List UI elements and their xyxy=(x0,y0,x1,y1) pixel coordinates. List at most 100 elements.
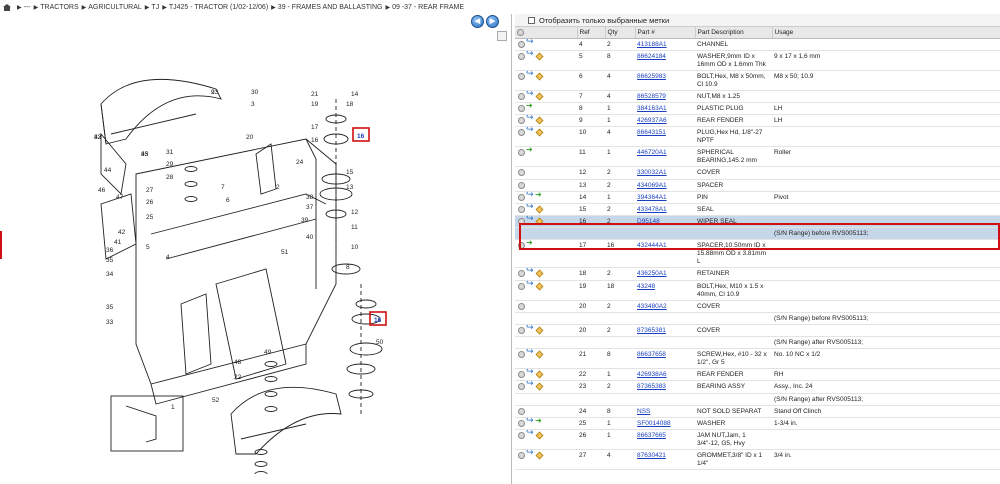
home-icon[interactable] xyxy=(3,3,11,11)
diagram-callout-label[interactable]: 37 xyxy=(306,204,314,211)
package-icon[interactable] xyxy=(535,282,544,291)
return-arrow-icon[interactable] xyxy=(526,114,534,124)
diagram-callout-label[interactable]: 6 xyxy=(226,197,230,204)
package-icon[interactable] xyxy=(535,128,544,137)
info-circle-icon[interactable] xyxy=(518,371,525,379)
diagram-callout-label[interactable]: 20 xyxy=(246,134,254,141)
table-row[interactable]: 23287365383BEARING ASSYAssy., Inc. 24 xyxy=(515,380,1000,394)
part-number-link[interactable]: 87365381 xyxy=(635,324,695,338)
package-icon[interactable] xyxy=(535,350,544,359)
package-icon[interactable] xyxy=(535,217,544,226)
green-arrow-icon[interactable] xyxy=(526,239,534,249)
diagram-callout-label[interactable]: 13 xyxy=(346,184,354,191)
info-circle-icon[interactable] xyxy=(518,351,525,359)
breadcrumb-item[interactable]: TJ425 - TRACTOR (1/02-12/06) xyxy=(169,4,268,11)
info-circle-icon[interactable] xyxy=(518,104,525,112)
info-circle-icon[interactable] xyxy=(518,193,525,201)
info-circle-icon[interactable] xyxy=(518,129,525,137)
info-circle-icon[interactable] xyxy=(518,169,525,177)
package-icon[interactable] xyxy=(535,205,544,214)
part-number-link[interactable]: NSS xyxy=(635,405,695,418)
diagram-callout-label[interactable]: 16 xyxy=(311,137,319,144)
diagram-callout-label[interactable]: 32 xyxy=(94,134,102,141)
diagram-callout-label[interactable]: 31 xyxy=(166,149,174,156)
package-icon[interactable] xyxy=(535,72,544,81)
part-number-link[interactable]: 86643151 xyxy=(635,126,695,148)
table-row[interactable]: 5886624184WASHER,9mm ID x 16mm OD x 1.6m… xyxy=(515,50,1000,71)
part-number-link[interactable]: 86624184 xyxy=(635,50,695,71)
diagram-callout-label[interactable]: 40 xyxy=(306,234,314,241)
green-arrow-icon[interactable] xyxy=(526,102,534,112)
diagram-callout-label[interactable]: 22 xyxy=(234,374,242,381)
diagram-callout-label[interactable]: 38 xyxy=(306,194,314,201)
package-icon[interactable] xyxy=(535,92,544,101)
table-row[interactable]: 20287365381COVER xyxy=(515,324,1000,338)
table-row[interactable]: 13 2 434069A1 SPACER xyxy=(515,179,1000,192)
info-circle-icon[interactable] xyxy=(518,326,525,334)
table-row[interactable]: 141394364A1PINPivot xyxy=(515,191,1000,205)
return-arrow-icon[interactable] xyxy=(526,70,534,80)
diagram-callout-label[interactable]: 25 xyxy=(146,214,154,221)
table-row[interactable]: 182436250A1RETAINER xyxy=(515,267,1000,281)
table-row[interactable]: 152433478A1SEAL xyxy=(515,203,1000,217)
breadcrumb-item[interactable]: 39 - FRAMES AND BALLASTING xyxy=(278,4,383,11)
diagram-callout-label[interactable]: 17 xyxy=(311,124,319,131)
info-circle-icon[interactable] xyxy=(518,302,525,310)
diagram-callout-label[interactable]: 34 xyxy=(106,271,114,278)
table-row[interactable]: 251SF0014088WASHER1-3/4 in. xyxy=(515,417,1000,431)
table-row[interactable]: 191843248BOLT,Hex, M10 x 1.5 x 40mm, Cl … xyxy=(515,280,1000,301)
diagram-callout-label[interactable]: 33 xyxy=(106,319,114,326)
previous-page-icon[interactable]: ◀ xyxy=(471,15,484,28)
diagram-callout-label[interactable]: 44 xyxy=(104,167,112,174)
diagram-callout-label[interactable]: 2 xyxy=(276,184,280,191)
green-arrow-icon[interactable] xyxy=(526,146,534,156)
package-icon[interactable] xyxy=(535,431,544,440)
part-number-link[interactable]: 384163A1 xyxy=(635,102,695,116)
table-row[interactable]: 221426938A6REAR FENDERRH xyxy=(515,368,1000,382)
table-row[interactable]: 1716432444A1SPACER,10.50mm ID x 15.88mm … xyxy=(515,239,1000,269)
return-arrow-icon[interactable] xyxy=(526,50,534,60)
part-number-link[interactable]: 87630421 xyxy=(635,449,695,470)
diagram-callout-label[interactable]: 48 xyxy=(234,359,242,366)
select-all-icon[interactable] xyxy=(517,28,524,36)
highlighted-callout-label[interactable]: 16 xyxy=(374,317,382,324)
package-icon[interactable] xyxy=(535,326,544,335)
diagram-callout-label[interactable]: 35 xyxy=(106,257,114,264)
info-circle-icon[interactable] xyxy=(518,242,525,250)
table-row[interactable]: 42413188A1CHANNEL xyxy=(515,38,1000,51)
table-row[interactable]: 91426937A6REAR FENDERLH xyxy=(515,114,1000,128)
green-arrow-icon[interactable] xyxy=(535,191,543,201)
diagram-callout-label[interactable]: 49 xyxy=(264,349,272,356)
diagram-callout-label[interactable]: 28 xyxy=(166,174,174,181)
diagram-callout-label[interactable]: 51 xyxy=(281,249,289,256)
green-arrow-icon[interactable] xyxy=(535,417,543,427)
part-number-link[interactable]: 426938A6 xyxy=(635,368,695,382)
table-row[interactable]: 7486528579NUT,M8 x 1.25 xyxy=(515,90,1000,103)
table-row[interactable]: 24 8 NSS NOT SOLD SEPARAT Stand Off Clinch xyxy=(515,405,1000,418)
part-number-link[interactable]: 434069A1 xyxy=(635,179,695,192)
diagram-callout-label[interactable]: 5 xyxy=(146,244,150,251)
info-circle-icon[interactable] xyxy=(518,432,525,439)
part-number-link[interactable]: 43248 xyxy=(635,280,695,301)
info-circle-icon[interactable] xyxy=(518,92,525,100)
return-arrow-icon[interactable] xyxy=(526,203,534,213)
info-circle-icon[interactable] xyxy=(518,206,525,214)
return-arrow-icon[interactable] xyxy=(526,126,534,136)
return-arrow-icon[interactable] xyxy=(526,324,534,334)
diagram-callout-label[interactable]: 24 xyxy=(296,159,304,166)
diagram-callout-label[interactable]: 30 xyxy=(251,89,259,96)
header-qty[interactable]: Qty xyxy=(605,27,636,39)
breadcrumb-item[interactable]: --- xyxy=(24,4,31,11)
scroll-box[interactable] xyxy=(497,31,507,41)
highlighted-callout-label[interactable]: 16 xyxy=(357,133,365,140)
part-number-link[interactable]: SF0014088 xyxy=(635,417,695,431)
part-number-link[interactable]: 433478A1 xyxy=(635,203,695,217)
return-arrow-icon[interactable] xyxy=(526,380,534,390)
diagram-callout-label[interactable]: 18 xyxy=(346,101,354,108)
part-number-link[interactable]: 330032A1 xyxy=(635,166,695,180)
diagram-callout-label[interactable]: 4 xyxy=(166,254,170,261)
diagram-callout-label[interactable]: 1 xyxy=(171,404,175,411)
show-selected-only-checkbox[interactable] xyxy=(528,16,535,24)
return-arrow-icon[interactable] xyxy=(526,280,534,290)
table-row[interactable]: 21886637658SCREW,Hex, #10 - 32 x 1/2", G… xyxy=(515,348,1000,370)
